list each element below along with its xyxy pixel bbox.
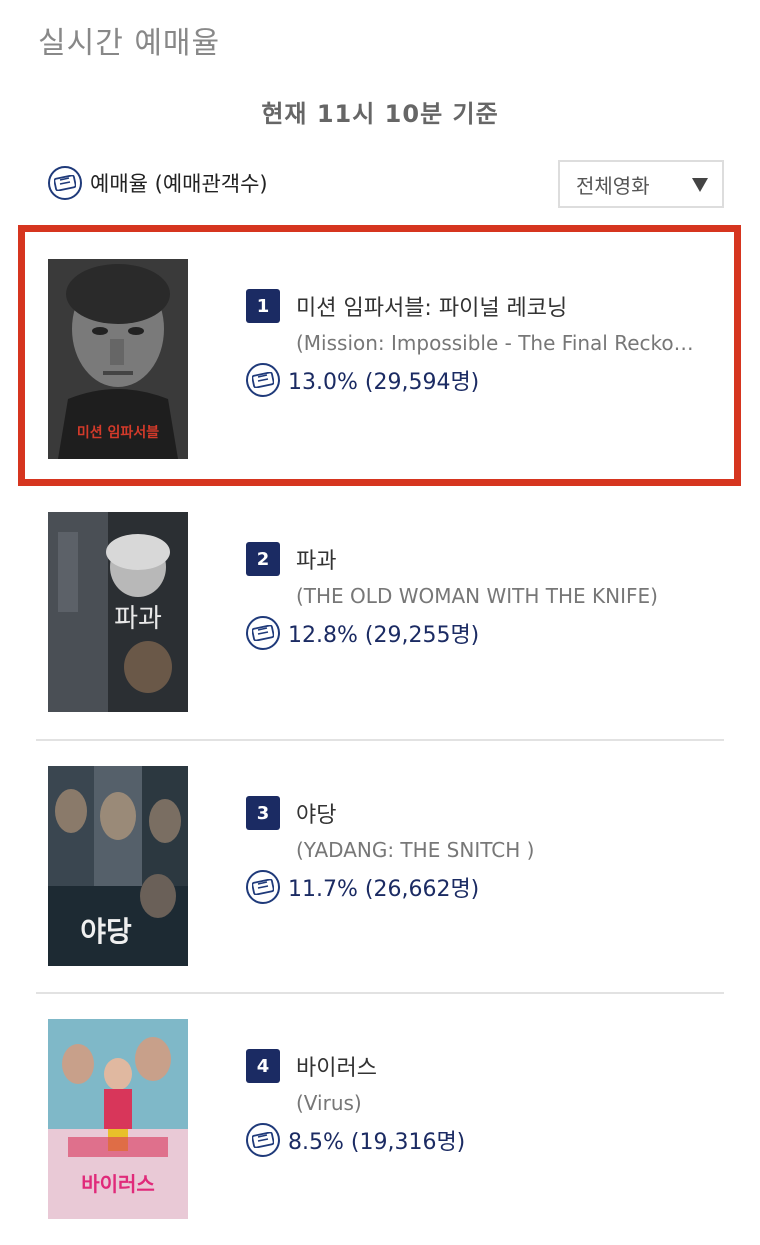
ticket-icon xyxy=(246,616,280,650)
ticket-icon xyxy=(246,870,280,904)
ticket-icon xyxy=(246,1123,280,1157)
movie-title-ko[interactable]: 야당 xyxy=(296,797,336,829)
movie-title-ko[interactable]: 미션 임파서블: 파이널 레코닝 xyxy=(296,290,567,322)
page-title: 실시간 예매율 xyxy=(38,26,221,61)
movie-info: 2 파과 (THE OLD WOMAN WITH THE KNIFE) 12.8… xyxy=(246,542,716,650)
rank-badge: 1 xyxy=(246,289,280,323)
movie-title-en: (YADANG: THE SNITCH ) xyxy=(296,838,535,862)
movie-item[interactable]: 파과 2 파과 (THE OLD WOMAN WITH THE KNIFE) 1… xyxy=(36,512,726,765)
reservation-rate: 8.5% (19,316명) xyxy=(288,1130,466,1155)
rank-badge: 4 xyxy=(246,1049,280,1083)
movie-info: 3 야당 (YADANG: THE SNITCH ) 11.7% (26,662… xyxy=(246,796,716,904)
movie-poster[interactable]: 파과 xyxy=(48,512,188,712)
movie-item[interactable]: 미션 임파서블 1 미션 임파서블: 파이널 레코닝 (Mission: Imp… xyxy=(36,259,726,512)
movie-poster[interactable]: 미션 임파서블 xyxy=(48,259,188,459)
movie-info: 1 미션 임파서블: 파이널 레코닝 (Mission: Impossible … xyxy=(246,289,716,397)
poster-title-text: 바이러스 xyxy=(81,1172,155,1196)
divider xyxy=(36,739,724,741)
movie-title-ko[interactable]: 파과 xyxy=(296,543,336,575)
legend: 예매율 (예매관객수) xyxy=(48,166,268,200)
legend-label: 예매율 (예매관객수) xyxy=(90,172,268,196)
movie-poster[interactable]: 바이러스 xyxy=(48,1019,188,1219)
movie-info: 4 바이러스 (Virus) 8.5% (19,316명) xyxy=(246,1049,716,1157)
poster-title-text: 파과 xyxy=(114,604,162,634)
movie-title-en: (THE OLD WOMAN WITH THE KNIFE) xyxy=(296,584,658,608)
poster-title-text: 야당 xyxy=(80,915,132,948)
rank-badge: 3 xyxy=(246,796,280,830)
reservation-rate: 11.7% (26,662명) xyxy=(288,877,480,902)
ticket-icon xyxy=(246,363,280,397)
dropdown-arrow-icon xyxy=(692,178,708,192)
movie-title-en: (Mission: Impossible - The Final Recko… xyxy=(296,331,694,355)
poster-title-text: 미션 임파서블 xyxy=(77,424,159,441)
movie-title-en: (Virus) xyxy=(296,1091,362,1115)
ticket-icon xyxy=(48,166,82,200)
movie-item[interactable]: 야당 3 야당 (YADANG: THE SNITCH ) 11.7% (26,… xyxy=(36,766,726,1019)
reservation-rate: 12.8% (29,255명) xyxy=(288,623,480,648)
divider xyxy=(36,992,724,994)
rank-badge: 2 xyxy=(246,542,280,576)
filter-selected-label: 전체영화 xyxy=(576,173,650,198)
movie-item[interactable]: 바이러스 4 바이러스 (Virus) 8.5% (19,316명) xyxy=(36,1019,726,1245)
movie-poster[interactable]: 야당 xyxy=(48,766,188,966)
movie-filter-select[interactable]: 전체영화 xyxy=(558,160,724,208)
reservation-rate: 13.0% (29,594명) xyxy=(288,370,480,395)
movie-title-ko[interactable]: 바이러스 xyxy=(296,1050,377,1082)
time-info: 현재 11시 10분 기준 xyxy=(261,100,499,128)
